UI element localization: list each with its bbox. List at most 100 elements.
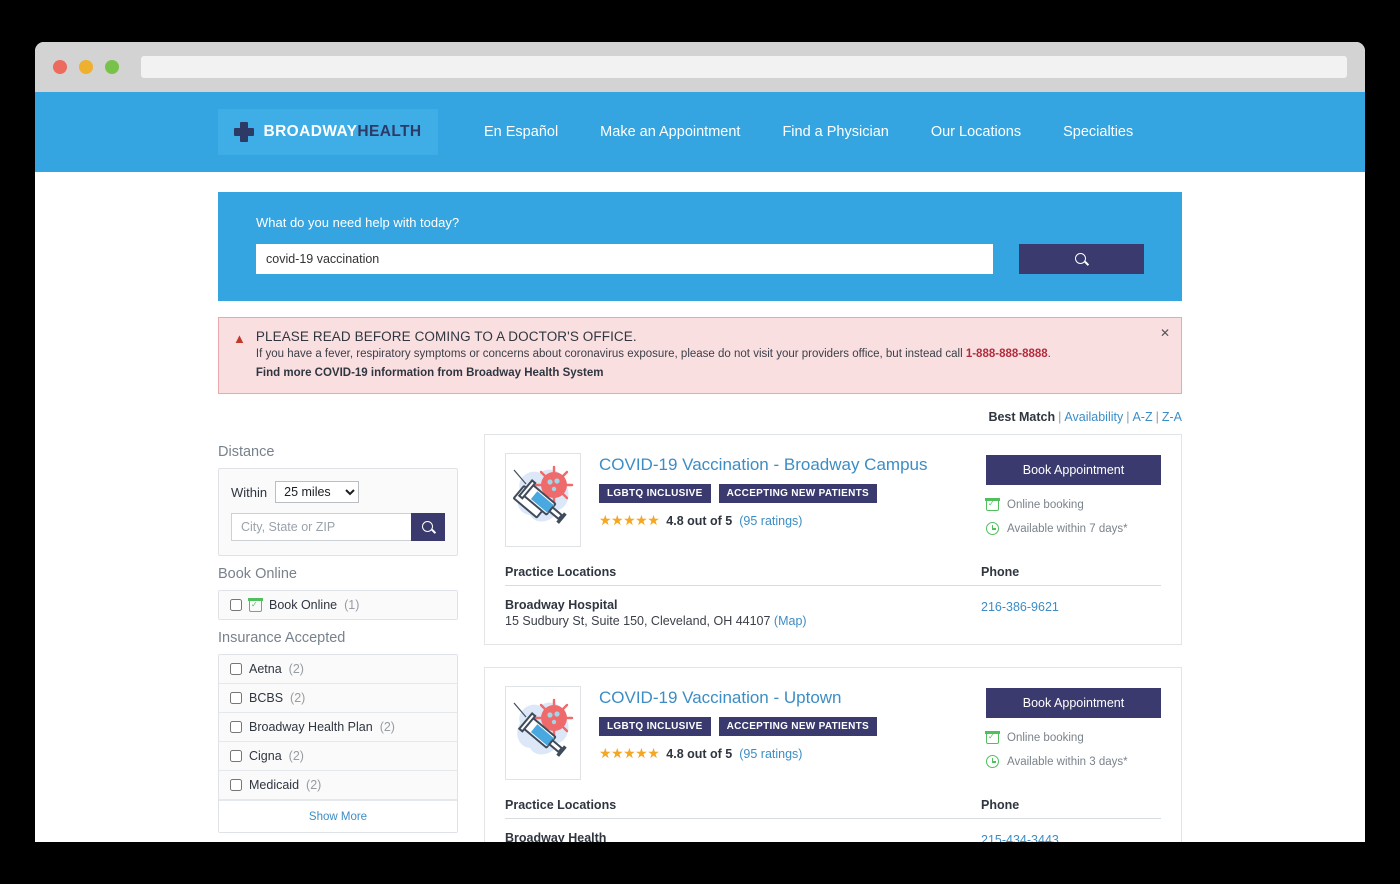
checkbox-cigna[interactable] <box>230 750 242 763</box>
locations-header: Practice Locations Phone <box>505 565 1161 587</box>
filter-count: (2) <box>306 778 322 793</box>
location-info: Broadway Health 200 Lakeside Avenue East… <box>505 831 981 842</box>
map-link[interactable]: (Map) <box>774 614 807 628</box>
filter-label: Book Online <box>269 598 338 613</box>
filter-book-online: Book Online (1) <box>218 590 458 621</box>
result-card: COVID-19 Vaccination - Uptown LGBTQ INCL… <box>484 667 1182 842</box>
location-phone-cell: 215-434-3443 <box>981 831 1161 842</box>
page-viewport: BROADWAYHEALTH En Español Make an Appoin… <box>35 92 1365 842</box>
result-rating-row: ★★★★★ 4.8 out of 5 (95 ratings) <box>599 745 968 762</box>
star-rating-icon: ★★★★★ <box>599 512 660 529</box>
location-row: Broadway Health 200 Lakeside Avenue East… <box>505 819 1161 842</box>
maximize-window-button[interactable] <box>105 60 119 74</box>
sort-option-a-z[interactable]: A-Z <box>1132 410 1152 424</box>
zip-input[interactable] <box>231 513 411 542</box>
nav-item-make-an-appointment[interactable]: Make an Appointment <box>600 124 740 140</box>
filter-item-broadway-health-plan[interactable]: Broadway Health Plan (2) <box>219 713 457 743</box>
distance-select[interactable]: 5 miles10 miles25 miles50 miles100 miles <box>275 481 360 504</box>
online-booking-row: Online booking <box>985 730 1161 745</box>
book-appointment-button[interactable]: Book Appointment <box>986 688 1161 719</box>
nav-item-find-a-physician[interactable]: Find a Physician <box>782 124 888 140</box>
logo-word-broadway: BROADWAY <box>263 123 358 140</box>
sort-separator-2: | <box>1126 410 1130 425</box>
locations-header: Practice Locations Phone <box>505 798 1161 820</box>
within-label: Within <box>231 484 268 500</box>
result-card-aside: Book Appointment Online booking Availabl… <box>985 686 1161 780</box>
locations-col-phone: Phone <box>981 565 1020 580</box>
locations-col-practice: Practice Locations <box>505 798 617 813</box>
result-rating-row: ★★★★★ 4.8 out of 5 (95 ratings) <box>599 512 968 529</box>
logo-text: BROADWAYHEALTH <box>263 123 421 141</box>
search-submit-button[interactable] <box>1019 244 1144 274</box>
sort-bar: Best Match | Availability | A-Z | Z-A <box>218 410 1182 424</box>
filter-count: (2) <box>288 749 304 764</box>
browser-window: BROADWAYHEALTH En Español Make an Appoin… <box>35 42 1365 842</box>
warning-triangle-icon: ▲ <box>233 331 246 346</box>
sort-separator-1: | <box>1058 410 1062 425</box>
main-columns: Distance Within 5 miles10 miles25 miles5… <box>218 434 1182 842</box>
rating-count-link[interactable]: (95 ratings) <box>739 514 802 528</box>
search-panel: What do you need help with today? <box>218 192 1182 301</box>
search-prompt: What do you need help with today? <box>256 215 460 230</box>
filter-item-book-online[interactable]: Book Online (1) <box>219 591 457 620</box>
phone-link[interactable]: 215-434-3443 <box>981 833 1059 842</box>
calendar-check-icon <box>985 497 1000 512</box>
checkbox-book-online[interactable] <box>230 599 242 612</box>
alert-more-info-link[interactable]: Find more COVID-19 information from Broa… <box>256 367 604 379</box>
sort-option-z-a[interactable]: Z-A <box>1162 410 1182 424</box>
traffic-lights <box>53 60 119 74</box>
nav-item-our-locations[interactable]: Our Locations <box>931 124 1021 140</box>
practice-locations: Practice Locations Phone Broadway Hospit… <box>505 565 1161 644</box>
close-window-button[interactable] <box>53 60 67 74</box>
book-appointment-button[interactable]: Book Appointment <box>986 455 1161 486</box>
result-card-top: COVID-19 Vaccination - Broadway Campus L… <box>505 453 1161 548</box>
rating-value: 4.8 out of 5 <box>666 513 733 528</box>
insurance-show-more[interactable]: Show More <box>219 800 457 833</box>
location-name: Broadway Hospital <box>505 598 618 613</box>
logo[interactable]: BROADWAYHEALTH <box>218 109 438 155</box>
filter-item-medicaid[interactable]: Medicaid (2) <box>219 771 457 801</box>
zip-search-button[interactable] <box>411 513 445 542</box>
filter-item-bcbs[interactable]: BCBS (2) <box>219 684 457 714</box>
location-row: Broadway Hospital 15 Sudbury St, Suite 1… <box>505 586 1161 644</box>
vaccine-syringe-icon <box>513 466 574 525</box>
alert-close-button[interactable]: ✕ <box>1160 326 1170 340</box>
result-title-link[interactable]: COVID-19 Vaccination - Uptown <box>599 688 842 708</box>
clock-icon <box>986 755 999 769</box>
nav-item-specialties[interactable]: Specialties <box>1063 124 1133 140</box>
result-card: COVID-19 Vaccination - Broadway Campus L… <box>484 434 1182 646</box>
sort-option-availability[interactable]: Availability <box>1064 410 1123 424</box>
show-more-link[interactable]: Show More <box>309 811 367 823</box>
checkbox-aetna[interactable] <box>230 663 242 676</box>
rating-count-link[interactable]: (95 ratings) <box>739 747 802 761</box>
alert-title: PLEASE READ BEFORE COMING TO A DOCTOR'S … <box>255 329 637 344</box>
alert-text: If you have a fever, respiratory symptom… <box>256 346 1167 363</box>
within-row: Within 5 miles10 miles25 miles50 miles10… <box>231 481 445 504</box>
alert-text-after: . <box>1047 348 1051 360</box>
result-title-link[interactable]: COVID-19 Vaccination - Broadway Campus <box>599 455 928 475</box>
checkbox-medicaid[interactable] <box>230 779 242 792</box>
filter-item-cigna[interactable]: Cigna (2) <box>219 742 457 772</box>
badge-accepting-new-patients: ACCEPTING NEW PATIENTS <box>718 484 877 504</box>
alert-phone-number[interactable]: 1-888-888-8888 <box>966 348 1048 360</box>
search-input[interactable] <box>256 244 993 274</box>
search-row <box>256 244 1144 274</box>
online-booking-row: Online booking <box>985 497 1161 512</box>
checkbox-broadway-health-plan[interactable] <box>230 721 242 734</box>
result-card-main: COVID-19 Vaccination - Uptown LGBTQ INCL… <box>599 686 968 780</box>
result-card-top: COVID-19 Vaccination - Uptown LGBTQ INCL… <box>505 686 1161 781</box>
address-bar[interactable] <box>141 56 1347 78</box>
filter-item-aetna[interactable]: Aetna (2) <box>219 655 457 685</box>
phone-link[interactable]: 216-386-9621 <box>981 600 1059 614</box>
site-header: BROADWAYHEALTH En Español Make an Appoin… <box>35 92 1365 172</box>
result-thumbnail <box>505 686 581 781</box>
availability-row: Available within 7 days* <box>986 522 1161 536</box>
filter-title-book-online: Book Online <box>218 566 297 583</box>
minimize-window-button[interactable] <box>79 60 93 74</box>
zip-row <box>231 513 445 542</box>
medical-cross-icon <box>234 122 255 142</box>
filter-label: Cigna <box>249 749 282 764</box>
nav-item-en-espanol[interactable]: En Español <box>484 124 558 140</box>
sort-option-best-match[interactable]: Best Match <box>988 410 1055 424</box>
checkbox-bcbs[interactable] <box>230 692 242 705</box>
